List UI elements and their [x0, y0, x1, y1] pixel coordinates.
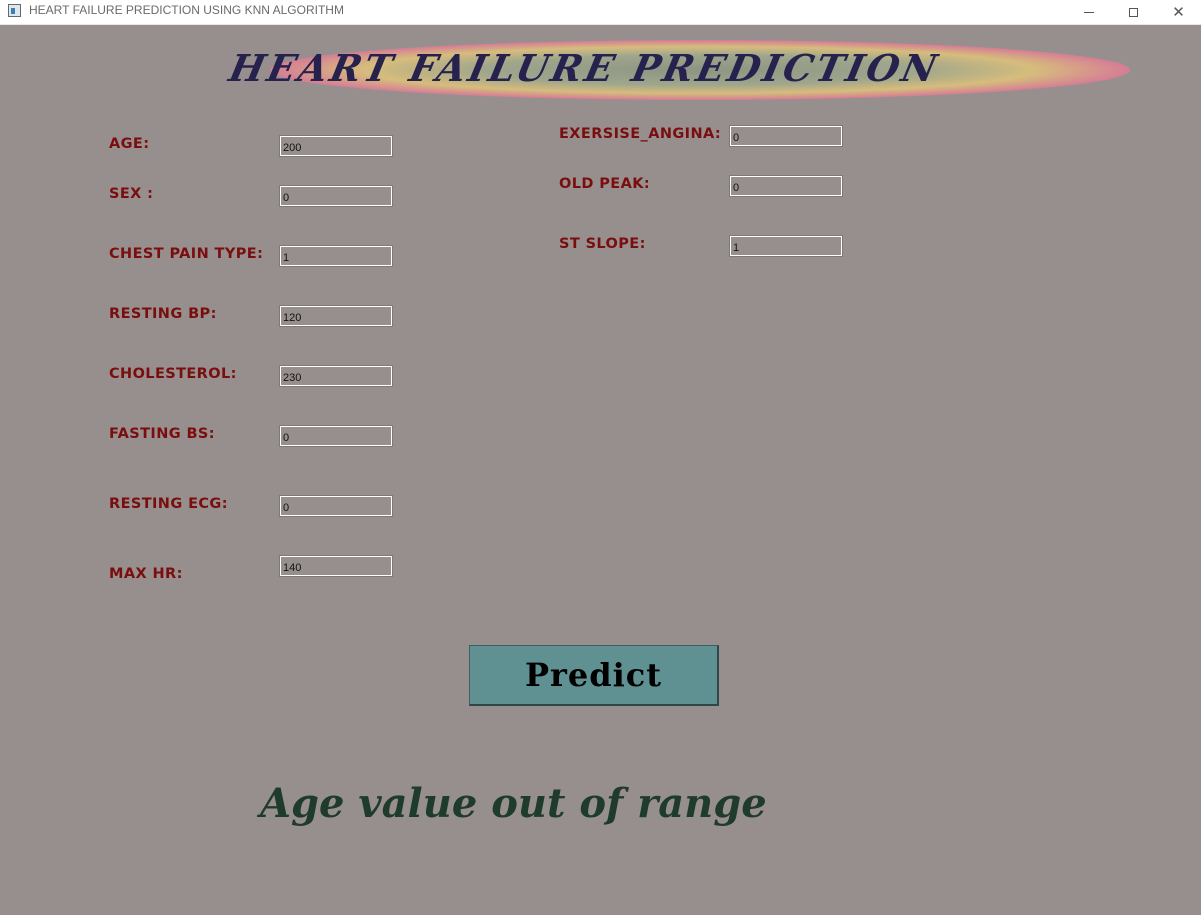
- resting-bp-input[interactable]: [279, 305, 393, 327]
- result-message: Age value out of range: [260, 780, 767, 827]
- minimize-button[interactable]: [1066, 0, 1111, 24]
- max-hr-label: MAX HR:: [109, 566, 183, 582]
- fasting-bs-label: FASTING BS:: [109, 426, 215, 442]
- sex-input[interactable]: [279, 185, 393, 207]
- resting-ecg-input[interactable]: [279, 495, 393, 517]
- window-title: HEART FAILURE PREDICTION USING KNN ALGOR…: [29, 3, 344, 17]
- st-slope-label: ST SLOPE:: [559, 236, 646, 252]
- header-banner: HEART FAILURE PREDICTION: [225, 34, 1130, 108]
- maximize-button[interactable]: [1111, 0, 1156, 24]
- close-icon: ✕: [1172, 2, 1185, 21]
- minimize-icon: [1083, 11, 1094, 13]
- exercise-angina-label: EXERSISE_ANGINA:: [559, 126, 722, 142]
- st-slope-input[interactable]: [729, 235, 843, 257]
- close-button[interactable]: ✕: [1156, 0, 1201, 24]
- window-titlebar: HEART FAILURE PREDICTION USING KNN ALGOR…: [0, 0, 1201, 25]
- fasting-bs-input[interactable]: [279, 425, 393, 447]
- resting-ecg-label: RESTING ECG:: [109, 496, 228, 512]
- old-peak-input[interactable]: [729, 175, 843, 197]
- age-input[interactable]: [279, 135, 393, 157]
- chest-pain-type-input[interactable]: [279, 245, 393, 267]
- predict-button[interactable]: Predict: [469, 645, 719, 706]
- chest-pain-type-label: CHEST PAIN TYPE:: [109, 246, 264, 262]
- cholesterol-label: CHOLESTEROL:: [109, 366, 237, 382]
- app-icon: [8, 4, 21, 17]
- page-title: HEART FAILURE PREDICTION: [225, 46, 944, 90]
- old-peak-label: OLD PEAK:: [559, 176, 651, 192]
- max-hr-input[interactable]: [279, 555, 393, 577]
- maximize-icon: [1129, 7, 1138, 17]
- cholesterol-input[interactable]: [279, 365, 393, 387]
- sex-label: SEX :: [109, 186, 154, 202]
- age-label: AGE:: [109, 136, 150, 152]
- exercise-angina-input[interactable]: [729, 125, 843, 147]
- resting-bp-label: RESTING BP:: [109, 306, 217, 322]
